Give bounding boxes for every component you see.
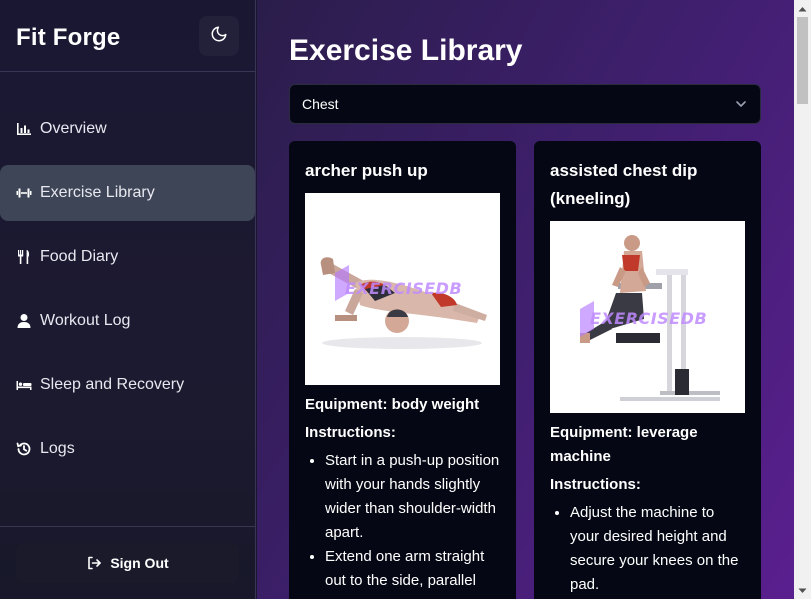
theme-toggle-button[interactable] (199, 16, 239, 56)
instructions-label: Instructions: (550, 476, 641, 493)
exercise-card: archer push up EXERCISEDB Equipment: bod… (289, 141, 516, 599)
exercise-card: assisted chest dip (kneeling) EXERCISEDB… (534, 141, 761, 599)
sidebar-item-label: Food Diary (40, 248, 119, 265)
sidebar-footer: Sign Out (0, 526, 256, 599)
sidebar-item-label: Exercise Library (40, 184, 155, 201)
sidebar: Fit Forge Overview Exercise Library Food… (0, 0, 256, 599)
exercise-image: EXERCISEDB (305, 193, 500, 385)
sidebar-item-food-diary[interactable]: Food Diary (0, 229, 255, 285)
brand-header: Fit Forge (0, 0, 255, 72)
list-item: Extend one arm straight out to the side,… (325, 545, 500, 593)
bed-icon (16, 377, 32, 393)
scrollbar-thumb[interactable] (797, 17, 808, 104)
main-content: Exercise Library Chest archer push up EX… (257, 0, 794, 599)
equipment-text: Equipment: leverage machine (550, 424, 698, 465)
bar-chart-icon (16, 121, 32, 137)
utensils-icon (16, 249, 32, 265)
page-scrollbar[interactable] (794, 0, 811, 599)
sign-out-label: Sign Out (110, 555, 169, 571)
list-item: Start in a push-up position with your ha… (325, 449, 500, 545)
sidebar-item-label: Overview (40, 120, 107, 137)
instructions-label: Instructions: (305, 424, 396, 441)
user-icon (16, 313, 32, 329)
sidebar-item-logs[interactable]: Logs (0, 421, 255, 477)
sidebar-item-overview[interactable]: Overview (0, 101, 255, 157)
sidebar-item-label: Workout Log (40, 312, 131, 329)
sidebar-item-workout-log[interactable]: Workout Log (0, 293, 255, 349)
scroll-up-arrow-icon[interactable] (794, 0, 811, 17)
watermark-logo: EXERCISEDB (590, 309, 708, 328)
muscle-group-select[interactable]: Chest (289, 84, 761, 124)
history-icon (16, 441, 32, 457)
chevron-down-icon (734, 97, 748, 114)
sidebar-item-label: Logs (40, 440, 75, 457)
dumbbell-icon (16, 185, 32, 201)
sidebar-item-exercise-library[interactable]: Exercise Library (0, 165, 255, 221)
sidebar-item-sleep-and-recovery[interactable]: Sleep and Recovery (0, 357, 255, 413)
list-item: Adjust the machine to your desired heigh… (570, 501, 745, 597)
exercise-title: assisted chest dip (kneeling) (550, 161, 698, 208)
page-title: Exercise Library (289, 34, 523, 67)
app-brand: Fit Forge (16, 24, 121, 51)
exercise-image: EXERCISEDB (550, 221, 745, 413)
exercise-title: archer push up (305, 161, 428, 180)
watermark-logo: EXERCISEDB (345, 279, 463, 298)
select-value: Chest (302, 96, 339, 112)
moon-icon (210, 25, 228, 48)
sign-out-button[interactable]: Sign Out (16, 543, 239, 583)
equipment-text: Equipment: body weight (305, 396, 480, 413)
sidebar-nav: Overview Exercise Library Food Diary Wor… (0, 101, 256, 485)
sidebar-item-label: Sleep and Recovery (40, 376, 185, 393)
sign-out-icon (86, 555, 102, 571)
instructions-list: Adjust the machine to your desired heigh… (550, 501, 745, 597)
instructions-list: Start in a push-up position with your ha… (305, 449, 500, 593)
scroll-down-arrow-icon[interactable] (794, 582, 811, 599)
